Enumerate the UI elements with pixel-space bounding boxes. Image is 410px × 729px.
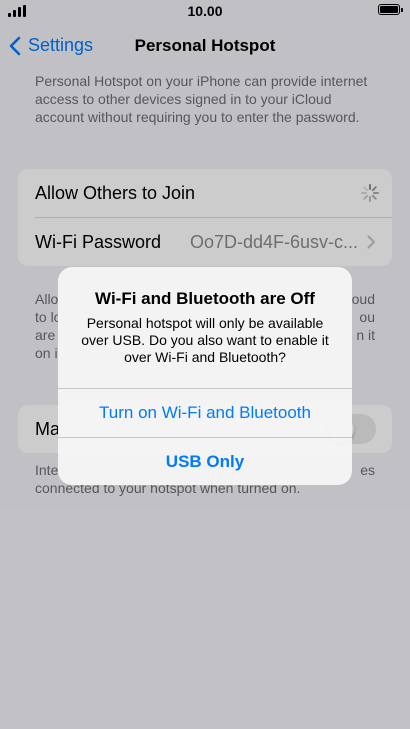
alert-title: Wi-Fi and Bluetooth are Off (95, 289, 315, 308)
alert-message: Personal hotspot will only be available … (81, 315, 329, 365)
alert-dialog: Wi-Fi and Bluetooth are Off Personal hot… (58, 267, 352, 485)
turn-on-wifi-bluetooth-button[interactable]: Turn on Wi-Fi and Bluetooth (58, 388, 352, 437)
usb-only-button[interactable]: USB Only (58, 437, 352, 485)
